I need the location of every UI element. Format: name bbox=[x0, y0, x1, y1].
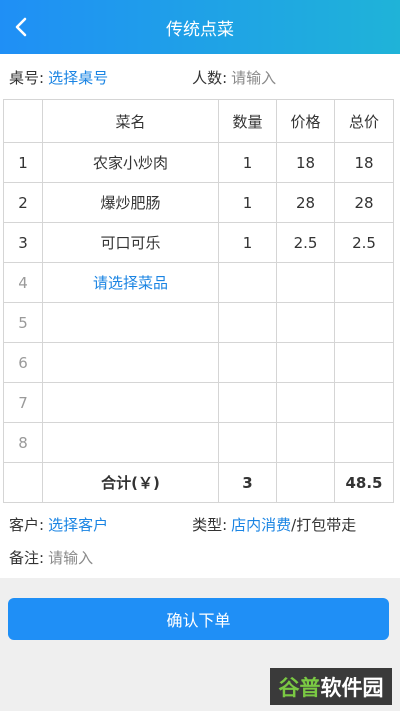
chevron-left-icon bbox=[15, 17, 27, 37]
column-header-dish: 菜名 bbox=[42, 99, 219, 143]
dish-price bbox=[276, 302, 335, 343]
dish-quantity[interactable]: 1 bbox=[218, 222, 277, 263]
type-label: 类型: bbox=[192, 515, 228, 534]
row-index: 7 bbox=[3, 382, 43, 423]
dish-total: 28 bbox=[334, 182, 394, 223]
watermark-text-1: 谷普 bbox=[278, 675, 321, 700]
row-index: 5 bbox=[3, 302, 43, 343]
app-header: 传统点菜 bbox=[0, 0, 400, 54]
dish-price: 28 bbox=[276, 182, 335, 223]
dish-total bbox=[334, 422, 394, 463]
dish-name[interactable] bbox=[42, 422, 219, 463]
dish-quantity[interactable] bbox=[218, 262, 277, 303]
sum-label: 合计(￥) bbox=[42, 462, 219, 503]
column-header-quantity: 数量 bbox=[218, 99, 277, 143]
dish-total bbox=[334, 342, 394, 383]
sum-quantity: 3 bbox=[218, 462, 277, 503]
people-count-input[interactable]: 请输入 bbox=[231, 67, 276, 88]
order-table: 菜名 数量 价格 总价 1 农家小炒肉 1 18 18 2 爆炒肥肠 1 28 … bbox=[3, 99, 394, 503]
dish-quantity[interactable]: 1 bbox=[218, 142, 277, 183]
dish-total bbox=[334, 382, 394, 423]
table-header-row: 菜名 数量 价格 总价 bbox=[3, 99, 394, 143]
confirm-order-button[interactable]: 确认下单 bbox=[8, 598, 389, 640]
dish-name[interactable]: 爆炒肥肠 bbox=[42, 182, 219, 223]
people-count-label: 人数: bbox=[192, 68, 228, 87]
row-index: 8 bbox=[3, 422, 43, 463]
column-header-total: 总价 bbox=[334, 99, 394, 143]
row-index: 1 bbox=[3, 142, 43, 183]
table-footer-row: 合计(￥) 3 48.5 bbox=[3, 462, 394, 503]
dish-price bbox=[276, 422, 335, 463]
table-row: 6 bbox=[3, 342, 394, 383]
customer-label: 客户: bbox=[9, 515, 45, 534]
watermark-text-2: 软件园 bbox=[320, 675, 384, 700]
type-takeout-option[interactable]: /打包带走 bbox=[291, 514, 356, 535]
dish-name[interactable]: 农家小炒肉 bbox=[42, 142, 219, 183]
table-row: 7 bbox=[3, 382, 394, 423]
table-row: 1 农家小炒肉 1 18 18 bbox=[3, 142, 394, 183]
table-row: 4 请选择菜品 bbox=[3, 262, 394, 303]
select-table-link[interactable]: 选择桌号 bbox=[48, 67, 108, 88]
sum-total: 48.5 bbox=[334, 462, 394, 503]
table-row: 3 可口可乐 1 2.5 2.5 bbox=[3, 222, 394, 263]
note-input[interactable]: 请输入 bbox=[48, 547, 93, 568]
dish-quantity[interactable] bbox=[218, 302, 277, 343]
dish-name[interactable] bbox=[42, 342, 219, 383]
dish-price bbox=[276, 382, 335, 423]
table-row: 8 bbox=[3, 422, 394, 463]
column-header-index bbox=[3, 99, 43, 143]
row-index: 4 bbox=[3, 262, 43, 303]
dish-total bbox=[334, 302, 394, 343]
dish-quantity[interactable] bbox=[218, 422, 277, 463]
table-row: 2 爆炒肥肠 1 28 28 bbox=[3, 182, 394, 223]
dish-quantity[interactable] bbox=[218, 382, 277, 423]
sum-price-cell bbox=[276, 462, 335, 503]
select-customer-link[interactable]: 选择客户 bbox=[48, 514, 108, 535]
table-number-label: 桌号: bbox=[9, 68, 45, 87]
table-people-row: 桌号: 选择桌号 人数: 请输入 bbox=[0, 54, 400, 100]
back-button[interactable] bbox=[8, 13, 34, 41]
dish-total bbox=[334, 262, 394, 303]
dish-price bbox=[276, 262, 335, 303]
table-row: 5 bbox=[3, 302, 394, 343]
dish-name[interactable] bbox=[42, 302, 219, 343]
note-row: 备注: 请输入 bbox=[0, 534, 400, 580]
row-index: 2 bbox=[3, 182, 43, 223]
dish-quantity[interactable]: 1 bbox=[218, 182, 277, 223]
select-dish-link[interactable]: 请选择菜品 bbox=[42, 262, 219, 303]
row-index: 6 bbox=[3, 342, 43, 383]
row-index: 3 bbox=[3, 222, 43, 263]
dish-price: 18 bbox=[276, 142, 335, 183]
note-label: 备注: bbox=[9, 548, 45, 567]
watermark-logo: 谷普 软件园 bbox=[270, 668, 392, 705]
dish-price: 2.5 bbox=[276, 222, 335, 263]
dish-price bbox=[276, 342, 335, 383]
dish-total: 2.5 bbox=[334, 222, 394, 263]
dish-total: 18 bbox=[334, 142, 394, 183]
dish-name[interactable]: 可口可乐 bbox=[42, 222, 219, 263]
footer-index-cell bbox=[3, 462, 43, 503]
column-header-price: 价格 bbox=[276, 99, 335, 143]
dish-name[interactable] bbox=[42, 382, 219, 423]
page-title: 传统点菜 bbox=[166, 19, 234, 40]
dish-quantity[interactable] bbox=[218, 342, 277, 383]
type-dine-in-option[interactable]: 店内消费 bbox=[231, 514, 291, 535]
